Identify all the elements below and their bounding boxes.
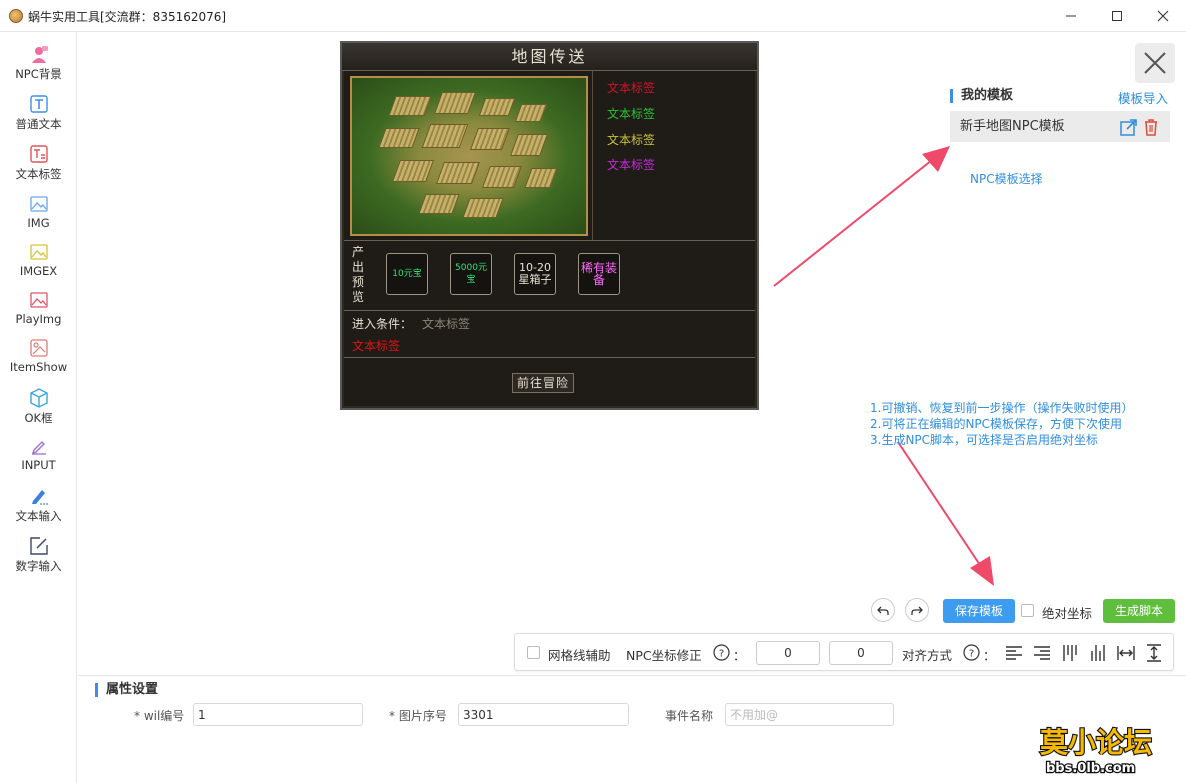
- align-bottom-icon[interactable]: [1089, 644, 1107, 662]
- align-left-icon[interactable]: [1005, 644, 1023, 662]
- template-name: 新手地图NPC模板: [960, 119, 1065, 134]
- delete-icon[interactable]: [1143, 118, 1159, 136]
- close-icon: [1144, 52, 1166, 74]
- text-label-icon: [29, 145, 48, 163]
- npc-coord-label: NPC坐标修正: [626, 648, 702, 663]
- item-slot[interactable]: 10元宝: [386, 253, 428, 295]
- watermark-logo: 莫小论坛 bbs.0lb.com: [1039, 725, 1153, 777]
- my-templates-title: 我的模板: [950, 89, 1013, 103]
- item-slot[interactable]: 10-20星箱子: [514, 253, 556, 295]
- maximize-icon: [1112, 11, 1122, 21]
- minimize-icon: [1066, 15, 1076, 17]
- annotation-arrow: [897, 441, 994, 586]
- item-slot[interactable]: 稀有装备: [578, 253, 620, 295]
- help-icon[interactable]: ?: [713, 644, 730, 661]
- entry-condition-label: 进入条件：: [352, 317, 413, 331]
- image-index-input[interactable]: [458, 703, 629, 726]
- npc-preview[interactable]: 地图传送 文本标签 文本标签 文本标签 文本标签 产出预览 10元宝 5000元…: [340, 41, 759, 410]
- npc-text-label-4: 文本标签: [607, 158, 656, 172]
- npc-title: 地图传送: [342, 43, 757, 71]
- wil-number-input[interactable]: [193, 703, 363, 726]
- go-adventure-button[interactable]: 前往冒险: [512, 373, 574, 393]
- tool-ok-box[interactable]: OK框: [0, 388, 77, 436]
- distribute-horizontal-icon[interactable]: [1117, 644, 1135, 662]
- npc-red-text-label: 文本标签: [352, 339, 401, 353]
- undo-button[interactable]: [871, 598, 895, 622]
- colon: ：: [983, 648, 996, 663]
- properties-title: 属性设置: [95, 683, 158, 697]
- generate-script-button[interactable]: 生成脚本: [1103, 599, 1175, 623]
- number-input-icon: [29, 537, 48, 555]
- text-icon: [29, 95, 48, 113]
- npc-y-offset-input[interactable]: [829, 641, 893, 665]
- window-title: 蜗牛实用工具[交流群：835162076]: [28, 10, 227, 24]
- import-template-link[interactable]: 模板导入: [1118, 88, 1168, 107]
- tool-img[interactable]: IMG: [0, 194, 77, 242]
- text-input-icon: [31, 490, 48, 505]
- tool-itemshow[interactable]: ItemShow: [0, 338, 77, 386]
- window-close-button[interactable]: [1140, 0, 1186, 32]
- svg-text:bbs.0lb.com: bbs.0lb.com: [1046, 761, 1135, 776]
- event-name-input[interactable]: [725, 703, 894, 726]
- tool-number-input[interactable]: 数字输入: [0, 536, 77, 584]
- grid-label: 网格线辅助: [548, 648, 611, 663]
- redo-icon: [911, 606, 923, 615]
- redo-button[interactable]: [905, 598, 929, 622]
- svg-text:莫小论坛: 莫小论坛: [1040, 726, 1152, 759]
- absolute-coord-checkbox[interactable]: [1021, 604, 1034, 617]
- image-icon: [29, 196, 48, 212]
- tool-playimg[interactable]: PlayImg: [0, 290, 77, 338]
- tool-text-label[interactable]: 文本标签: [0, 144, 77, 192]
- close-icon: [1157, 10, 1169, 22]
- npc-text-label-3: 文本标签: [607, 133, 656, 147]
- event-name-label: 事件名称: [665, 709, 714, 723]
- input-icon: [31, 441, 46, 455]
- template-annotation: NPC模板选择: [970, 172, 1043, 186]
- forum-watermark: 莫小论坛 bbs.0lb.com: [1036, 718, 1178, 777]
- colon: ：: [733, 648, 746, 663]
- npc-background-icon: [31, 46, 48, 63]
- help-notes: 1.可撤销、恢复到前一步操作（操作失败时使用） 2.可将正在编辑的NPC模板保存…: [870, 401, 1134, 447]
- align-top-icon[interactable]: [1061, 644, 1079, 662]
- tool-text[interactable]: 普通文本: [0, 94, 77, 142]
- distribute-vertical-icon[interactable]: [1145, 644, 1163, 662]
- component-sidebar: NPC背景 普通文本 文本标签 IMG IMGEX PlayImg ItemSh…: [0, 32, 77, 783]
- item-slot[interactable]: 5000元宝: [450, 253, 492, 295]
- help-icon[interactable]: ?: [963, 644, 980, 661]
- align-right-icon[interactable]: [1033, 644, 1051, 662]
- tool-input[interactable]: INPUT: [0, 436, 77, 484]
- map-image: [350, 76, 588, 236]
- maximize-button[interactable]: [1094, 0, 1140, 32]
- save-template-button[interactable]: 保存模板: [943, 599, 1015, 623]
- align-label: 对齐方式: [902, 648, 953, 663]
- properties-panel: 属性设置 * wil编号 * 图片序号 事件名称: [78, 675, 1186, 783]
- npc-text-label-2: 文本标签: [607, 107, 656, 121]
- export-icon[interactable]: [1120, 118, 1138, 136]
- layout-toolbar: 网格线辅助 NPC坐标修正 ? ： 对齐方式 ? ：: [514, 633, 1174, 671]
- minimize-button[interactable]: [1048, 0, 1094, 32]
- template-list-item[interactable]: 新手地图NPC模板: [950, 111, 1170, 142]
- svg-text:?: ?: [969, 649, 974, 660]
- undo-icon: [877, 606, 889, 615]
- panel-close-button[interactable]: [1135, 43, 1175, 83]
- tool-text-input[interactable]: 文本输入: [0, 486, 77, 534]
- play-image-icon: [29, 292, 48, 308]
- svg-text:?: ?: [719, 649, 724, 660]
- grid-checkbox[interactable]: [527, 646, 540, 659]
- absolute-coord-label: 绝对坐标: [1042, 606, 1093, 621]
- npc-text-label-1: 文本标签: [607, 81, 656, 95]
- ok-box-icon: [29, 388, 48, 408]
- npc-x-offset-input[interactable]: [756, 641, 820, 665]
- output-preview-label: 产出预览: [352, 245, 365, 304]
- image-index-label: * 图片序号: [389, 709, 447, 723]
- annotation-arrow: [773, 146, 950, 287]
- item-show-icon: [29, 339, 48, 357]
- image-ex-icon: [29, 244, 48, 260]
- app-icon: [9, 9, 23, 23]
- tool-npc-background[interactable]: NPC背景: [0, 44, 77, 92]
- wil-label: * wil编号: [134, 709, 185, 723]
- title-bar: 蜗牛实用工具[交流群：835162076]: [0, 0, 1186, 32]
- entry-condition-value: 文本标签: [422, 317, 471, 331]
- tool-imgex[interactable]: IMGEX: [0, 242, 77, 290]
